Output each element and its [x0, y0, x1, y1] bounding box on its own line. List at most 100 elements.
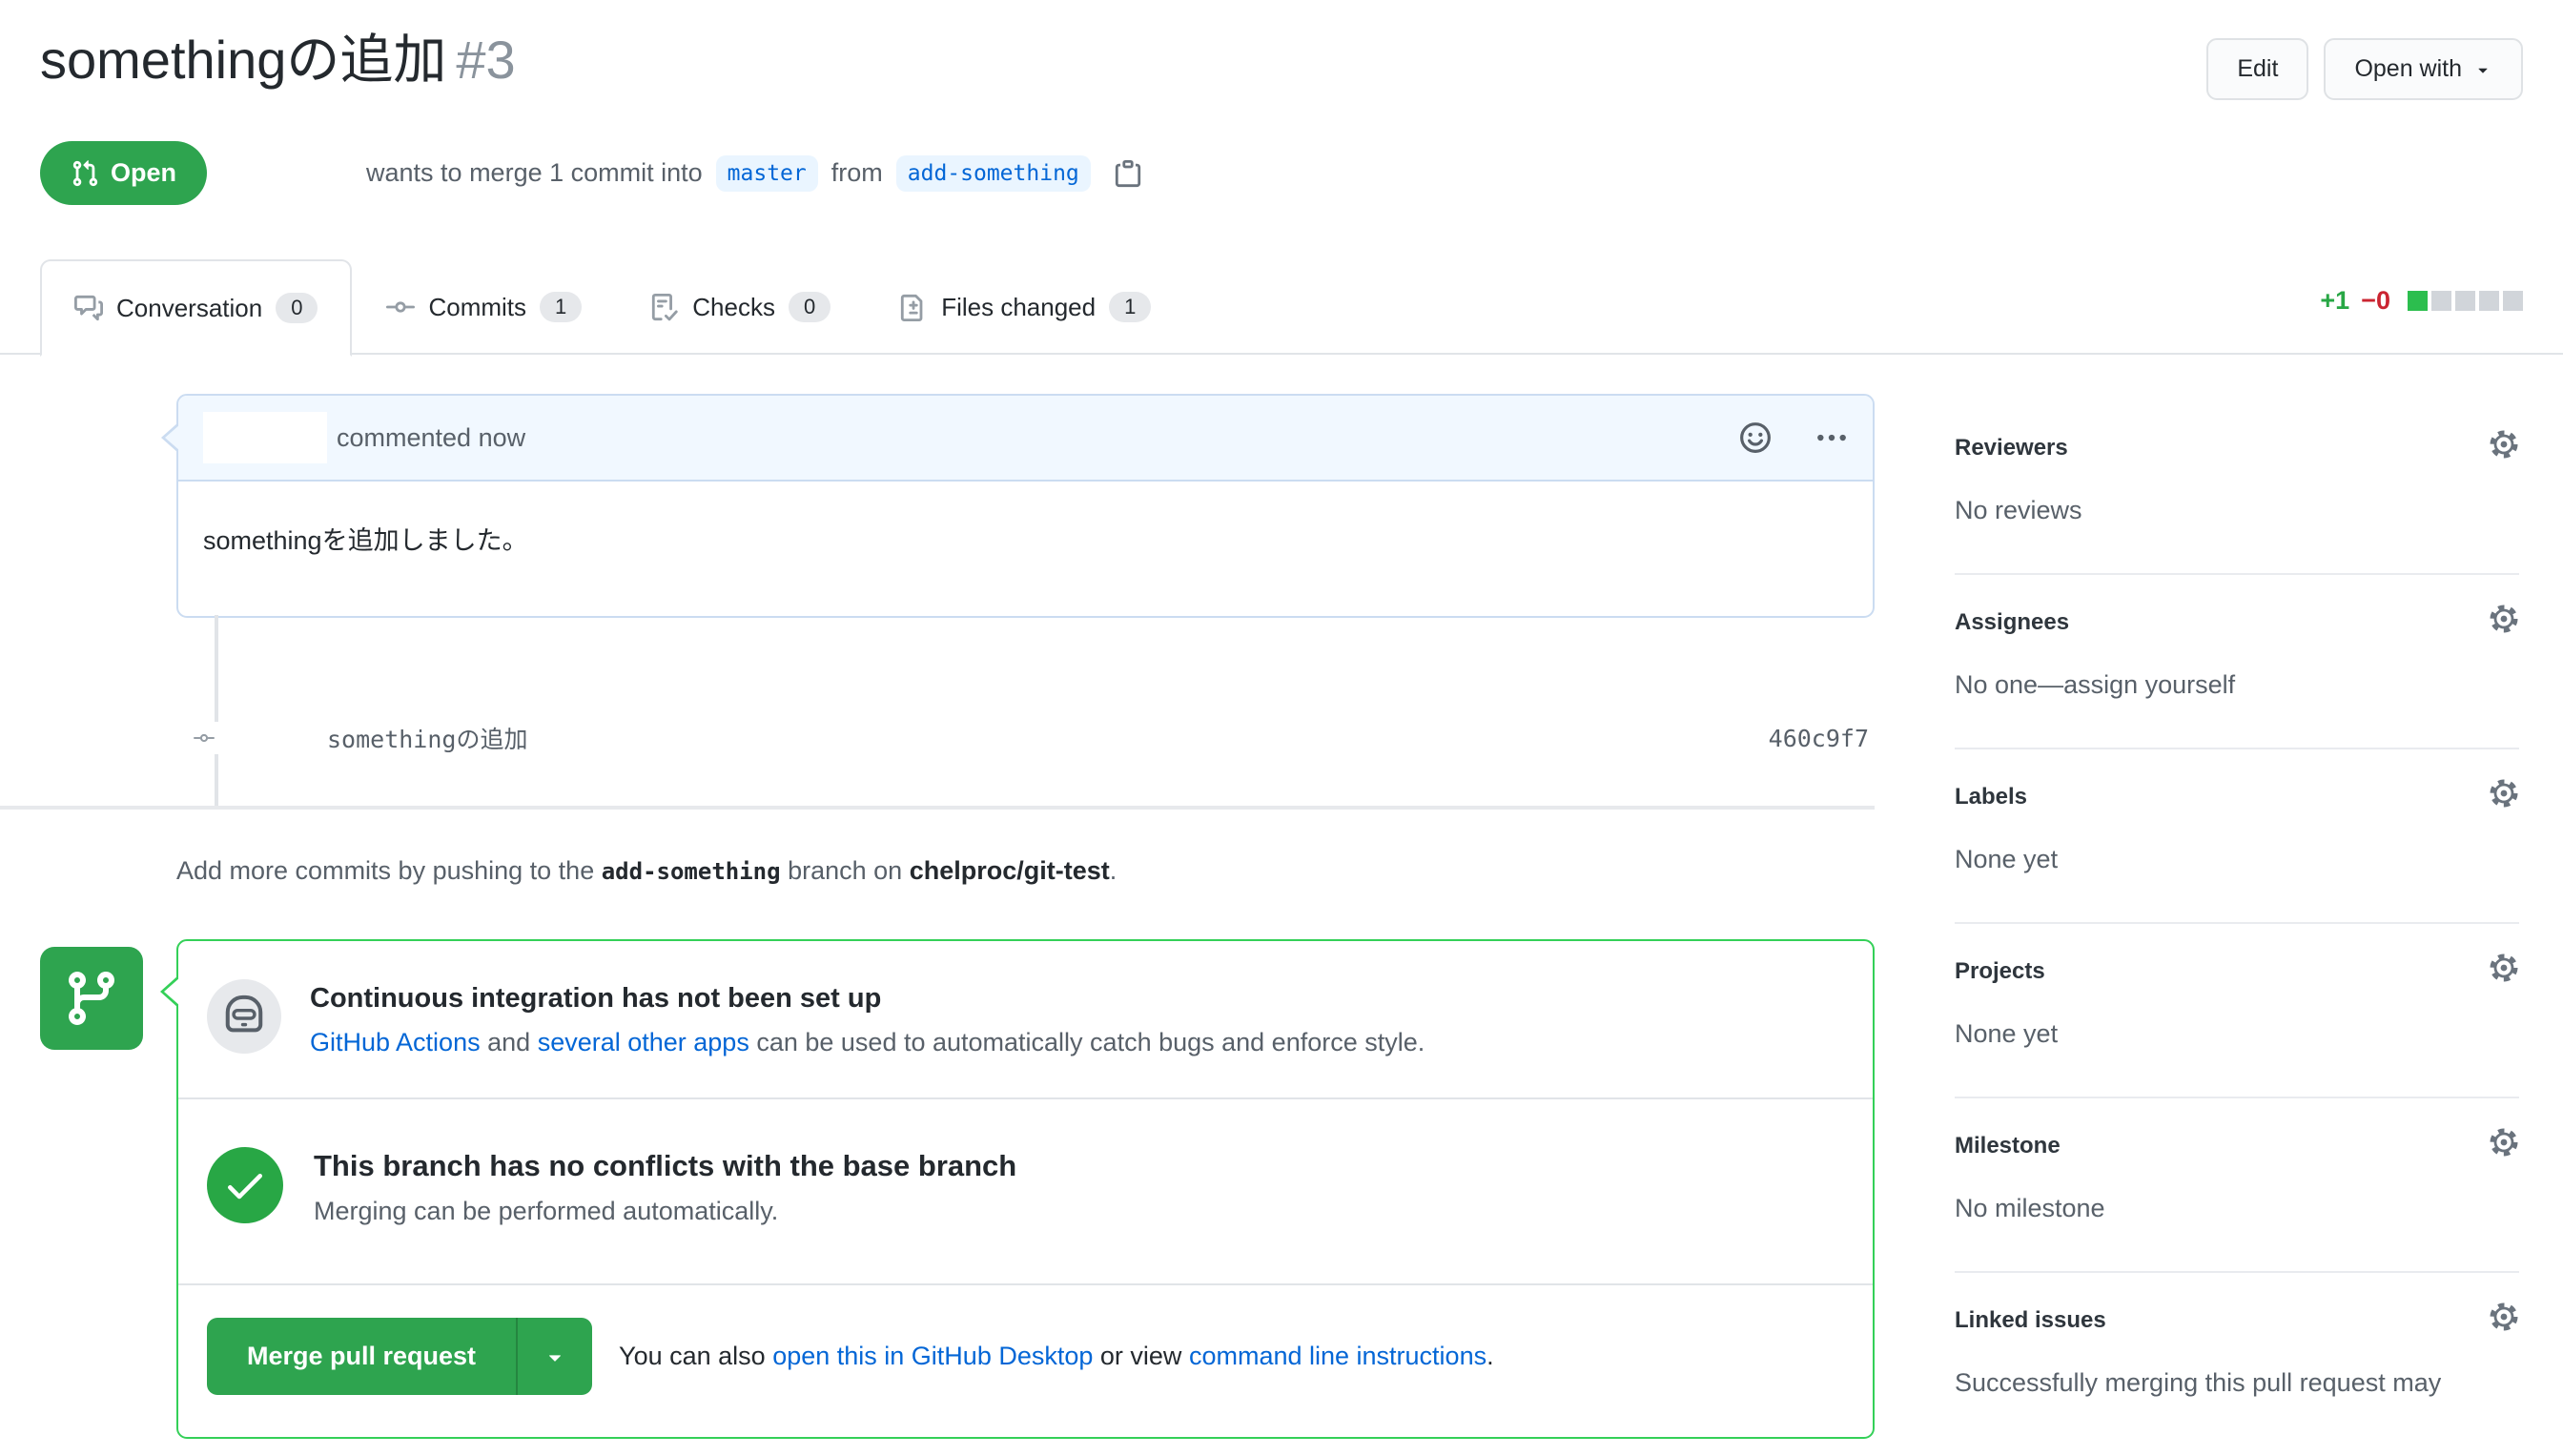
milestone-body: No milestone [1955, 1194, 2519, 1223]
base-branch-label[interactable]: master [716, 155, 818, 192]
projects-title: Projects [1955, 958, 2519, 985]
assignees-body[interactable]: No one—assign yourself [1955, 670, 2519, 700]
pr-description-comment: commented now somethingを追加しました。 [176, 394, 1875, 618]
sidebar-section-linked-issues: Linked issues Successfully merging this … [1955, 1273, 2519, 1446]
github-desktop-link[interactable]: open this in GitHub Desktop [772, 1342, 1093, 1370]
tab-conversation-label: Conversation [116, 294, 262, 323]
other-apps-link[interactable]: several other apps [538, 1028, 749, 1056]
pr-title-text: somethingの追加 [40, 30, 446, 90]
labels-title: Labels [1955, 784, 2519, 810]
push-hint-pre: Add more commits by pushing to the [176, 856, 594, 885]
push-hint-branch: add-something [602, 858, 781, 885]
linked-issues-body: Successfully merging this pull request m… [1955, 1368, 2519, 1398]
gear-icon[interactable] [2489, 1127, 2519, 1158]
chevron-down-icon [2473, 60, 2492, 79]
tab-files-label: Files changed [941, 293, 1096, 322]
conflict-title: This branch has no conflicts with the ba… [314, 1149, 1016, 1183]
commit-message-link[interactable]: somethingの追加 [327, 721, 527, 755]
push-hint-repo: chelproc/git-test [910, 856, 1110, 885]
ci-rest-text: can be used to automatically catch bugs … [756, 1028, 1425, 1056]
gear-icon[interactable] [2489, 429, 2519, 460]
redacted-username [203, 412, 327, 463]
tab-commits[interactable]: Commits 1 [352, 259, 616, 355]
open-with-label: Open with [2354, 55, 2462, 83]
diff-additions: +1 [2320, 286, 2349, 316]
pull-request-icon [71, 159, 99, 188]
push-hint: Add more commits by pushing to the add-s… [176, 856, 1117, 886]
status-badge-label: Open [111, 158, 176, 188]
emoji-reaction-icon[interactable] [1739, 421, 1772, 454]
projects-body: None yet [1955, 1019, 2519, 1049]
commit-sha-link[interactable]: 460c9f7 [1769, 725, 1875, 752]
gear-icon[interactable] [2489, 604, 2519, 634]
pull-request-page: somethingの追加#3 Edit Open with Open wants… [0, 0, 2563, 1456]
tab-files-changed[interactable]: Files changed 1 [865, 259, 1185, 355]
gear-icon[interactable] [2489, 953, 2519, 983]
triangle-down-icon [543, 1344, 567, 1369]
merge-summary-mid: from [831, 158, 883, 188]
pr-number: #3 [456, 30, 515, 90]
success-check-circle [207, 1147, 283, 1223]
conflict-subtitle: Merging can be performed automatically. [314, 1197, 1016, 1226]
comment-discussion-icon [74, 294, 103, 322]
pr-sidebar: Reviewers No reviews Assignees No one—as… [1955, 400, 2519, 1446]
tab-checks-label: Checks [692, 293, 775, 322]
gear-icon[interactable] [2489, 778, 2519, 809]
ci-section: Continuous integration has not been set … [178, 941, 1873, 1099]
pr-meta-row: Open wants to merge 1 commit into master… [40, 141, 2523, 205]
checklist-icon [650, 293, 679, 321]
also-post-text: . [1487, 1342, 1494, 1370]
edit-button[interactable]: Edit [2206, 38, 2308, 100]
command-line-link[interactable]: command line instructions [1189, 1342, 1487, 1370]
comment-meta: commented now [337, 423, 525, 453]
tab-checks[interactable]: Checks 0 [616, 259, 865, 355]
git-branch-icon [61, 968, 122, 1029]
assignees-title: Assignees [1955, 609, 2519, 636]
reviewers-title: Reviewers [1955, 435, 2519, 461]
push-hint-mid: branch on [788, 856, 902, 885]
copy-branch-icon[interactable] [1114, 159, 1142, 188]
alternative-actions: You can also open this in GitHub Desktop… [619, 1342, 1494, 1371]
linked-issues-title: Linked issues [1955, 1307, 2519, 1334]
merge-summary: wants to merge 1 commit into master from… [366, 155, 1142, 192]
diffstat-blocks [2408, 291, 2523, 311]
file-diff-icon [899, 293, 928, 321]
git-commit-icon [386, 293, 415, 321]
merge-pull-request-button[interactable]: Merge pull request [207, 1318, 516, 1395]
tab-checks-count: 0 [789, 292, 830, 322]
sidebar-section-milestone: Milestone No milestone [1955, 1098, 2519, 1273]
reviewers-body: No reviews [1955, 496, 2519, 525]
conflict-section: This branch has no conflicts with the ba… [178, 1099, 1873, 1285]
diff-block-neutral [2503, 291, 2523, 311]
sidebar-section-projects: Projects None yet [1955, 924, 2519, 1098]
diff-stat: +1 −0 [2320, 286, 2523, 316]
tab-commits-label: Commits [428, 293, 526, 322]
tab-files-count: 1 [1109, 292, 1151, 322]
diff-block-neutral [2455, 291, 2475, 311]
open-with-button[interactable]: Open with [2324, 38, 2523, 100]
ci-subtitle: GitHub Actions and several other apps ca… [310, 1028, 1425, 1057]
gear-icon[interactable] [2489, 1302, 2519, 1332]
comment-body: somethingを追加しました。 [178, 482, 1873, 616]
diff-deletions: −0 [2361, 286, 2390, 316]
merge-summary-pre: wants to merge 1 commit into [366, 158, 703, 188]
ci-title: Continuous integration has not been set … [310, 983, 1425, 1015]
head-branch-label[interactable]: add-something [896, 155, 1091, 192]
tab-commits-count: 1 [540, 292, 582, 322]
github-actions-link[interactable]: GitHub Actions [310, 1028, 481, 1056]
diff-block-neutral [2479, 291, 2499, 311]
status-badge: Open [40, 141, 207, 205]
timeline-divider [0, 806, 1875, 810]
diff-block-added [2408, 291, 2428, 311]
sidebar-section-assignees: Assignees No one—assign yourself [1955, 575, 2519, 749]
check-icon [222, 1162, 268, 1208]
git-commit-icon [188, 722, 220, 754]
merge-options-caret[interactable] [516, 1318, 592, 1395]
tab-conversation[interactable]: Conversation 0 [40, 259, 352, 357]
kebab-menu-icon[interactable] [1815, 421, 1848, 454]
ci-and-text: and [487, 1028, 530, 1056]
pr-tab-bar: Conversation 0 Commits 1 Checks 0 Files … [0, 259, 2563, 355]
labels-body: None yet [1955, 845, 2519, 874]
milestone-title: Milestone [1955, 1133, 2519, 1159]
merge-actions-section: Merge pull request You can also open thi… [178, 1285, 1873, 1437]
